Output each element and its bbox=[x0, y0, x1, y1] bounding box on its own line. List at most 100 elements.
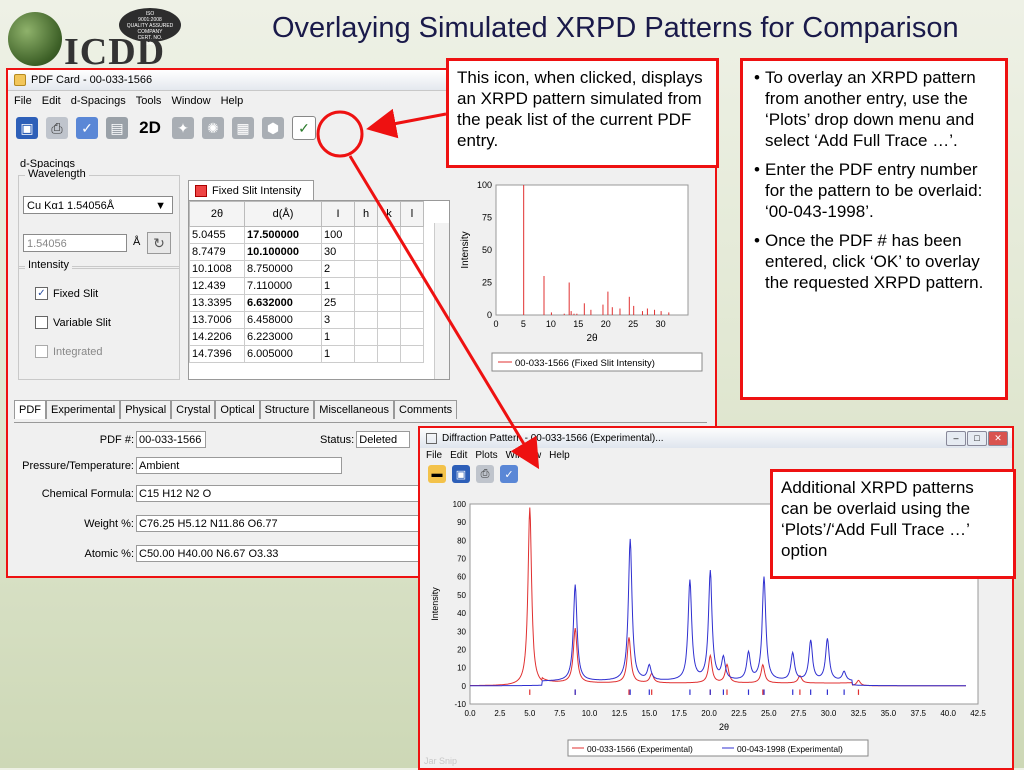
fixed-slit-checkbox[interactable]: ✓ Fixed Slit bbox=[35, 287, 98, 300]
table-cell bbox=[354, 277, 378, 295]
pattern-grid-icon[interactable]: ▦ bbox=[232, 117, 254, 139]
tab-physical[interactable]: Physical bbox=[120, 400, 172, 419]
menu-dspacings[interactable]: d-Spacings bbox=[71, 95, 126, 107]
save-icon[interactable]: ▣ bbox=[16, 117, 38, 139]
menu-help[interactable]: Help bbox=[549, 450, 570, 461]
integrated-checkbox[interactable]: Integrated bbox=[35, 345, 103, 358]
y-tick-label: 20 bbox=[457, 645, 466, 654]
wavelength-label: Wavelength bbox=[25, 168, 89, 180]
tab-comments[interactable]: Comments bbox=[394, 400, 458, 419]
weight-field[interactable]: C76.25 H5.12 N11.86 O6.77 bbox=[136, 515, 426, 532]
menu-edit[interactable]: Edit bbox=[450, 450, 467, 461]
tab-miscellaneous[interactable]: Miscellaneous bbox=[314, 400, 394, 419]
print-icon[interactable]: ⎙ bbox=[476, 465, 494, 483]
col-i[interactable]: I bbox=[321, 201, 355, 227]
footer-text: Jar Snip bbox=[424, 756, 458, 766]
menu-edit[interactable]: Edit bbox=[42, 95, 61, 107]
menu-window[interactable]: Window bbox=[506, 450, 542, 461]
pdf-number-field[interactable]: 00-033-1566 bbox=[136, 431, 206, 448]
x-tick-label: 0.0 bbox=[464, 709, 476, 718]
red-square-icon bbox=[195, 184, 207, 197]
menu-plots[interactable]: Plots bbox=[475, 450, 497, 461]
checklist-icon[interactable]: ✓ bbox=[500, 465, 518, 483]
wavelength-input[interactable]: 1.54056 bbox=[23, 234, 127, 252]
checklist-icon[interactable]: ✓ bbox=[76, 117, 98, 139]
2d-button[interactable]: 2D bbox=[136, 117, 164, 139]
window-title: PDF Card - 00-033-1566 bbox=[31, 74, 153, 86]
tab-optical[interactable]: Optical bbox=[215, 400, 260, 419]
save-icon[interactable]: ▣ bbox=[452, 465, 470, 483]
tab-structure[interactable]: Structure bbox=[259, 400, 315, 419]
col-l[interactable]: l bbox=[400, 201, 424, 227]
table-cell: 5.0455 bbox=[189, 226, 245, 244]
table-row[interactable]: 14.2206 6.223000 1 bbox=[189, 328, 424, 346]
molecule-icon[interactable]: ✺ bbox=[202, 117, 224, 139]
col-2theta[interactable]: 2θ bbox=[189, 201, 245, 227]
chevron-down-icon: ▼ bbox=[155, 200, 166, 212]
status-label: Status: bbox=[320, 433, 355, 446]
formula-field[interactable]: C15 H12 N2 O bbox=[136, 485, 426, 502]
table-row[interactable]: 10.1008 8.750000 2 bbox=[189, 260, 424, 278]
x-tick-label: 37.5 bbox=[910, 709, 926, 718]
tab-fixed-slit-intensity[interactable]: Fixed Slit Intensity bbox=[188, 180, 314, 200]
minimize-icon[interactable]: – bbox=[946, 431, 966, 446]
col-h[interactable]: h bbox=[354, 201, 378, 227]
status-field[interactable]: Deleted bbox=[356, 431, 411, 448]
pressure-row: Pressure/Temperature: Ambient bbox=[14, 457, 342, 474]
table-cell bbox=[400, 311, 424, 329]
table-row[interactable]: 5.0455 17.500000 100 bbox=[189, 226, 424, 244]
table-cell bbox=[400, 260, 424, 278]
refresh-icon[interactable]: ↻ bbox=[147, 232, 171, 254]
table-row[interactable]: 13.7006 6.458000 3 bbox=[189, 311, 424, 329]
x-tick-label: 25 bbox=[628, 319, 638, 329]
close-icon[interactable]: ✕ bbox=[988, 431, 1008, 446]
table-cell: 7.110000 bbox=[244, 277, 322, 295]
table-cell: 6.005000 bbox=[244, 345, 322, 363]
y-tick-label: 30 bbox=[457, 627, 466, 636]
x-tick-label: 25.0 bbox=[761, 709, 777, 718]
menu-window[interactable]: Window bbox=[171, 95, 210, 107]
table-row[interactable]: 8.7479 10.100000 30 bbox=[189, 243, 424, 261]
y-tick-label: 100 bbox=[453, 500, 467, 509]
table-cell: 1 bbox=[321, 277, 355, 295]
document-icon[interactable]: ▤ bbox=[106, 117, 128, 139]
diffraction-titlebar[interactable]: Diffraction Pattern - 00-033-1566 (Exper… bbox=[420, 428, 1012, 448]
col-k[interactable]: k bbox=[377, 201, 401, 227]
legend-label: 00-043-1998 (Experimental) bbox=[737, 744, 843, 754]
atomic-field[interactable]: C50.00 H40.00 N6.67 O3.33 bbox=[136, 545, 426, 562]
open-folder-icon[interactable]: ▬ bbox=[428, 465, 446, 483]
step-item: To overlay an XRPD pattern from another … bbox=[754, 67, 997, 151]
table-cell: 6.632000 bbox=[244, 294, 322, 312]
table-row[interactable]: 12.439 7.110000 1 bbox=[189, 277, 424, 295]
variable-slit-checkbox[interactable]: Variable Slit bbox=[35, 316, 111, 329]
simulated-pattern-icon[interactable]: ✓ bbox=[292, 116, 316, 140]
table-cell bbox=[400, 328, 424, 346]
table-row[interactable]: 13.3395 6.632000 25 bbox=[189, 294, 424, 312]
table-row[interactable]: 14.7396 6.005000 1 bbox=[189, 345, 424, 363]
maximize-icon[interactable]: □ bbox=[967, 431, 987, 446]
crystal-icon[interactable]: ⬢ bbox=[262, 117, 284, 139]
table-cell: 100 bbox=[321, 226, 355, 244]
atomic-row: Atomic %: C50.00 H40.00 N6.67 O3.33 bbox=[14, 545, 426, 562]
atomic-label: Atomic %: bbox=[84, 547, 134, 560]
callout-overlay-steps: To overlay an XRPD pattern from another … bbox=[740, 58, 1008, 400]
x-tick-label: 35.0 bbox=[881, 709, 897, 718]
tab-crystal[interactable]: Crystal bbox=[171, 400, 216, 419]
tab-pdf[interactable]: PDF bbox=[14, 400, 46, 419]
tab-experimental[interactable]: Experimental bbox=[46, 400, 121, 419]
wavelength-select[interactable]: Cu Kα1 1.54056Å ▼ bbox=[23, 196, 173, 214]
menu-file[interactable]: File bbox=[14, 95, 32, 107]
structure-icon[interactable]: ✦ bbox=[172, 117, 194, 139]
menu-help[interactable]: Help bbox=[221, 95, 244, 107]
table-scrollbar[interactable] bbox=[434, 223, 449, 379]
print-icon[interactable]: ⎙ bbox=[46, 117, 68, 139]
simulated-pattern-chart: 0 5 10 15 20 25 30 0 25 50 75 100 2θ Intensity 00-033-… bbox=[460, 180, 703, 372]
table-cell bbox=[400, 294, 424, 312]
x-tick-label: 7.5 bbox=[554, 709, 566, 718]
diffraction-menubar: File Edit Plots Window Help bbox=[420, 448, 1012, 463]
menu-file[interactable]: File bbox=[426, 450, 442, 461]
x-tick-label: 30.0 bbox=[821, 709, 837, 718]
pressure-field[interactable]: Ambient bbox=[136, 457, 342, 474]
menu-tools[interactable]: Tools bbox=[136, 95, 162, 107]
col-d[interactable]: d(Å) bbox=[244, 201, 322, 227]
